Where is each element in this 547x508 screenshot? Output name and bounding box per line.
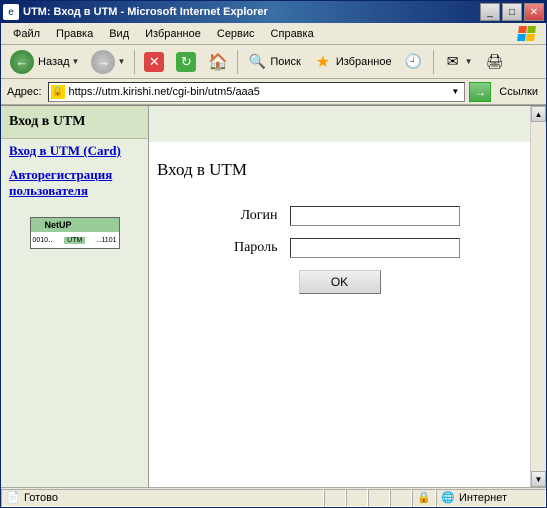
menu-edit[interactable]: Правка (48, 26, 101, 42)
stop-button[interactable]: ✕ (139, 49, 169, 75)
address-input[interactable] (69, 86, 449, 98)
sidebar-link-register[interactable]: Авторегистрация пользователя (1, 163, 148, 203)
print-button[interactable]: 🖨 (480, 49, 510, 75)
mail-icon: ✉ (443, 52, 463, 72)
status-text: Готово (24, 492, 58, 504)
sidebar-link-card[interactable]: Вход в UTM (Card) (1, 139, 148, 163)
status-pane-4 (390, 489, 412, 507)
search-icon: 🔍 (247, 52, 267, 72)
address-dropdown-icon[interactable]: ▼ (448, 87, 462, 96)
status-pane-1 (324, 489, 346, 507)
window-title: UTM: Вход в UTM - Microsoft Internet Exp… (23, 6, 480, 18)
page-icon: 📄 (6, 491, 20, 505)
go-button[interactable]: → (469, 82, 491, 102)
menu-favorites[interactable]: Избранное (137, 26, 209, 42)
browser-window: e UTM: Вход в UTM - Microsoft Internet E… (0, 0, 547, 508)
windows-logo-icon (510, 24, 542, 44)
chevron-down-icon: ▼ (72, 57, 80, 66)
history-button[interactable]: 🕘 (399, 49, 429, 75)
scroll-track[interactable] (531, 122, 546, 471)
home-button[interactable]: 🏠 (203, 49, 233, 75)
main-content: Вход в UTM Логин Пароль OK (149, 106, 530, 487)
links-button[interactable]: Ссылки (495, 86, 542, 98)
lock-icon: 🔒 (51, 85, 65, 99)
stop-icon: ✕ (144, 52, 164, 72)
page-title: Вход в UTM (157, 160, 522, 180)
lock-status-icon: 🔒 (417, 491, 431, 505)
favorites-button[interactable]: ★ Избранное (308, 49, 397, 75)
zone-text: Интернет (459, 492, 507, 504)
menubar: Файл Правка Вид Избранное Сервис Справка (1, 23, 546, 45)
status-pane-3 (368, 489, 390, 507)
star-icon: ★ (313, 52, 333, 72)
menu-view[interactable]: Вид (101, 26, 137, 42)
toolbar: ← Назад ▼ → ▼ ✕ ↻ 🏠 🔍 Поиск ★ Избранное … (1, 45, 546, 79)
refresh-icon: ↻ (176, 52, 196, 72)
separator (433, 50, 434, 74)
print-icon: 🖨 (485, 52, 505, 72)
back-button[interactable]: ← Назад ▼ (5, 49, 84, 75)
content-area: Вход в UTM Вход в UTM (Card) Авторегистр… (1, 105, 546, 487)
minimize-button[interactable]: _ (480, 3, 500, 21)
separator (237, 50, 238, 74)
chevron-down-icon: ▼ (117, 57, 125, 66)
history-icon: 🕘 (404, 52, 424, 72)
scroll-up-button[interactable]: ▲ (531, 106, 546, 122)
scroll-down-button[interactable]: ▼ (531, 471, 546, 487)
menu-file[interactable]: Файл (5, 26, 48, 42)
menu-tools[interactable]: Сервис (209, 26, 263, 42)
status-pane-2 (346, 489, 368, 507)
globe-icon: 🌐 (441, 491, 455, 505)
mail-button[interactable]: ✉▼ (438, 49, 478, 75)
maximize-button[interactable]: □ (502, 3, 522, 21)
forward-arrow-icon: → (91, 50, 115, 74)
close-button[interactable]: ✕ (524, 3, 544, 21)
address-label: Адрес: (5, 86, 44, 98)
main-header-strip (149, 106, 530, 142)
refresh-button[interactable]: ↻ (171, 49, 201, 75)
address-input-wrap[interactable]: 🔒 ▼ (48, 82, 466, 102)
netup-badge[interactable]: NetUP 0010‥ UTM ‥1101 (30, 217, 120, 249)
sidebar: Вход в UTM Вход в UTM (Card) Авторегистр… (1, 106, 149, 487)
titlebar[interactable]: e UTM: Вход в UTM - Microsoft Internet E… (1, 1, 546, 23)
search-button[interactable]: 🔍 Поиск (242, 49, 305, 75)
statusbar: 📄 Готово 🔒 🌐 Интернет (1, 487, 546, 507)
separator (134, 50, 135, 74)
login-input[interactable] (290, 206, 460, 226)
menu-help[interactable]: Справка (263, 26, 322, 42)
ok-button[interactable]: OK (299, 270, 381, 294)
sidebar-heading: Вход в UTM (1, 106, 148, 139)
address-bar: Адрес: 🔒 ▼ → Ссылки (1, 79, 546, 105)
netup-brand: NetUP (45, 220, 72, 230)
ie-icon: e (3, 4, 19, 20)
vertical-scrollbar[interactable]: ▲ ▼ (530, 106, 546, 487)
password-input[interactable] (290, 238, 460, 258)
home-icon: 🏠 (208, 52, 228, 72)
forward-button[interactable]: → ▼ (86, 49, 130, 75)
password-label: Пароль (220, 240, 290, 256)
back-arrow-icon: ← (10, 50, 34, 74)
login-label: Логин (220, 208, 290, 224)
